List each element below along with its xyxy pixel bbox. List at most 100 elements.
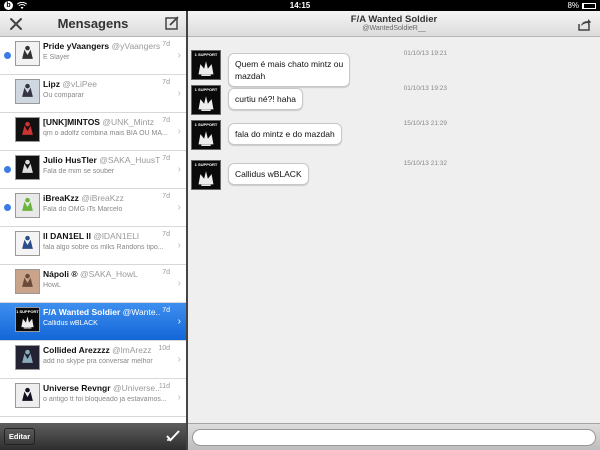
conversation-row[interactable]: Collided Arezzzz @lmArezz add no skype pr… [0, 341, 186, 379]
conversation-preview: E Slayer [43, 54, 70, 61]
avatar-support-label: 1 SUPPORT [194, 122, 218, 127]
conversation-row[interactable]: Julio HusTler @SAKA_HuusT Fala de mim se … [0, 151, 186, 189]
compose-bar [188, 423, 600, 450]
mark-read-button[interactable] [166, 429, 180, 443]
share-icon [578, 19, 591, 31]
unread-dot-icon [4, 52, 11, 59]
conversation-preview: o antigo tt foi bloqueado ja estavamos..… [43, 396, 167, 403]
conversation-name: ll DAN1EL ll [43, 231, 92, 241]
avatar: 1 SUPPORT [191, 160, 221, 190]
page-title: Mensagens [57, 16, 129, 31]
conversation-name-line: Collided Arezzzz @lmArezz [43, 345, 161, 355]
chevron-right-icon: › [177, 354, 181, 365]
avatar: 1 SUPPORT [191, 85, 221, 115]
message-bubble[interactable]: Callidus wBLACK [228, 163, 309, 185]
conversation-handle: @UNK_Mintz [102, 117, 154, 127]
conversation-name-line: iBreaKzz @iBreaKzz [43, 193, 161, 203]
message-bubble[interactable]: curtiu né?! haha [228, 88, 303, 110]
avatar: 1 SUPPORT [191, 50, 221, 80]
conversation-name: Nápoli ® [43, 269, 78, 279]
avatar [15, 117, 40, 142]
compose-icon [165, 16, 179, 30]
avatar [15, 155, 40, 180]
conversation-name: Lipz [43, 79, 60, 89]
avatar: 1 SUPPORT [15, 307, 40, 332]
conversation-handle: @Wante... [122, 307, 161, 317]
conversation-list: Pride yVaangers @yVaangers E Slayer 7d › Lip… [0, 37, 186, 423]
conversation-time: 7d [162, 193, 170, 200]
conversation-preview: Fala de mim se souber [43, 168, 115, 175]
conversation-time: 7d [162, 269, 170, 276]
conversation-row[interactable]: 1 SUPPORT F/A Wanted Soldier @Wante... Cal… [0, 303, 186, 341]
chevron-right-icon: › [177, 126, 181, 137]
conversation-time: 7d [162, 155, 170, 162]
conversation-name: F/A Wanted Soldier [43, 307, 121, 317]
conversation-handle: @yVaangers [111, 41, 161, 51]
conversation-name-line: Lipz @vLiPee [43, 79, 161, 89]
message-row: 1 SUPPORT Callidus wBLACK 15/10/13 21:32 [191, 160, 591, 194]
message-input[interactable] [192, 429, 596, 446]
conversation-handle: @SAKA_HowL [79, 269, 138, 279]
conversation-row[interactable]: Pride yVaangers @yVaangers E Slayer 7d › [0, 37, 186, 75]
conversation-time: 10d [158, 345, 170, 352]
chevron-right-icon: › [177, 240, 181, 251]
message-bubble[interactable]: fala do mintz e do mazdah [228, 123, 342, 145]
conversation-row[interactable]: ll DAN1EL ll @lDAN1ELl fala algo sobre os… [0, 227, 186, 265]
conversation-name-line: F/A Wanted Soldier @Wante... [43, 307, 161, 317]
conversation-row[interactable]: Nápoli ® @SAKA_HowL HowL 7d › [0, 265, 186, 303]
avatar-support-label: 1 SUPPORT [194, 87, 218, 92]
edit-button[interactable]: Editar [4, 428, 35, 445]
message-row: 1 SUPPORT fala do mintz e do mazdah 15/10/… [191, 120, 591, 154]
chat-header: F/A Wanted Soldier @WantedSoldieR__ [188, 11, 600, 37]
avatar [15, 41, 40, 66]
conversations-panel: Mensagens Pride yVaangers @yVaangers E Sl… [0, 11, 186, 450]
conversation-preview: Ou comparar [43, 92, 84, 99]
conversation-name-line: Julio HusTler @SAKA_HuusT [43, 155, 161, 165]
avatar: 1 SUPPORT [191, 120, 221, 150]
conversation-handle: @SAKA_HuusT [99, 155, 161, 165]
avatar [15, 269, 40, 294]
conversation-time: 7d [162, 117, 170, 124]
conversation-name: Universe Revngr [43, 383, 111, 393]
conversation-handle: @lDAN1ELl [93, 231, 139, 241]
status-time: 14:15 [289, 1, 311, 10]
status-bar: b 14:15 8% [0, 0, 600, 11]
conversations-header: Mensagens [0, 11, 186, 37]
conversation-preview: qm o adolfz combina mais BIA OU MA... [43, 130, 168, 137]
battery-icon [582, 2, 596, 9]
share-button[interactable] [576, 16, 592, 32]
conversation-time: 11d [158, 383, 170, 390]
message-row: 1 SUPPORT curtiu né?! haha 01/10/13 19:23 [191, 85, 591, 119]
avatar [15, 193, 40, 218]
message-timestamp: 01/10/13 19:23 [403, 85, 447, 92]
conversation-name: [UNK]MINTOS [43, 117, 100, 127]
conversation-row[interactable]: iBreaKzz @iBreaKzz Fala do OMG iTs Marcel… [0, 189, 186, 227]
conversation-row[interactable]: Lipz @vLiPee Ou comparar 7d › [0, 75, 186, 113]
battery-percent: 8% [567, 1, 579, 10]
conversation-name-line: Pride yVaangers @yVaangers [43, 41, 161, 51]
conversation-preview: add no skype pra conversar melhor [43, 358, 153, 365]
conversation-row[interactable]: Universe Revngr @Universe... o antigo tt … [0, 379, 186, 417]
message-row: 1 SUPPORT Quem é mais chato mintz ou mazda… [191, 50, 591, 87]
conversation-time: 7d [162, 231, 170, 238]
avatar [15, 345, 40, 370]
conversation-handle: @iBreaKzz [81, 193, 124, 203]
conversation-row[interactable]: [UNK]MINTOS @UNK_Mintzqm o adolfz combin… [0, 113, 186, 151]
unread-dot-icon [4, 166, 11, 173]
conversation-handle: @Universe... [112, 383, 161, 393]
compose-button[interactable] [164, 15, 180, 31]
avatar-support-label: 1 SUPPORT [194, 162, 218, 167]
chevron-right-icon: › [177, 202, 181, 213]
message-bubble[interactable]: Quem é mais chato mintz ou mazdah [228, 53, 351, 87]
conversation-name-line: Nápoli ® @SAKA_HowL [43, 269, 161, 279]
chevron-right-icon: › [177, 88, 181, 99]
chat-handle: @WantedSoldieR__ [362, 25, 426, 32]
chevron-right-icon: › [177, 164, 181, 175]
conversation-name: Julio HusTler [43, 155, 97, 165]
unread-dot-icon [4, 204, 11, 211]
conversation-preview: Fala do OMG iTs Marcelo [43, 206, 123, 213]
conversation-name: Pride yVaangers [43, 41, 110, 51]
conversation-name: iBreaKzz [43, 193, 79, 203]
avatar-support-label: 1 SUPPORT [16, 309, 39, 314]
conversations-footer: Editar [0, 423, 186, 450]
